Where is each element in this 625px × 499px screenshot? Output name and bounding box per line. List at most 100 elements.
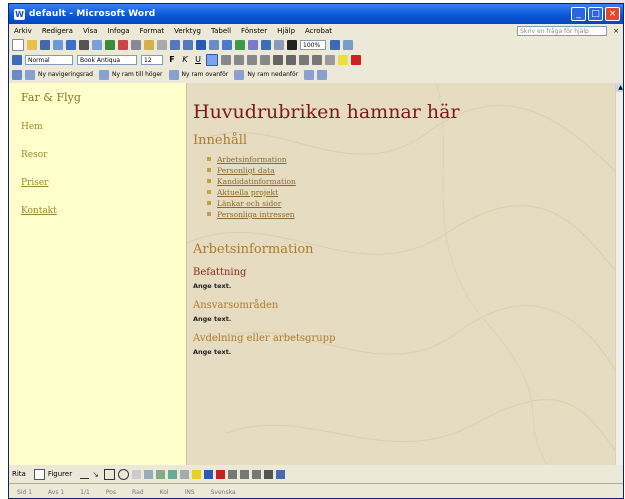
insert-table-icon[interactable] — [222, 39, 232, 50]
dash-style-icon[interactable] — [240, 469, 250, 479]
close-document-icon[interactable]: × — [613, 27, 619, 35]
line-icon[interactable] — [80, 469, 90, 479]
italic-icon[interactable]: K — [180, 55, 190, 65]
format-painter-icon[interactable] — [157, 39, 167, 50]
open-folder-icon[interactable] — [27, 39, 37, 50]
show-hide-icon[interactable] — [287, 39, 297, 50]
textbox-icon[interactable] — [132, 469, 142, 479]
autoshapes-button[interactable]: Figurer — [48, 470, 72, 478]
nav-link-priser[interactable]: Priser — [21, 178, 174, 188]
font-color-icon[interactable] — [351, 54, 361, 65]
numbering-icon[interactable] — [273, 54, 283, 65]
align-left-icon[interactable] — [206, 53, 218, 66]
font-select[interactable]: Book Antiqua — [77, 54, 137, 65]
cut-icon[interactable] — [118, 39, 128, 50]
nav-link-hem[interactable]: Hem — [21, 122, 174, 132]
spelling-icon[interactable] — [105, 39, 115, 50]
menu-visa[interactable]: Visa — [83, 27, 98, 35]
picture-icon[interactable] — [180, 469, 190, 479]
toc-link[interactable]: Aktuella projekt — [207, 187, 615, 198]
save-icon[interactable] — [40, 39, 50, 50]
new-frame-right-icon[interactable] — [98, 69, 109, 80]
toc-link[interactable]: Personliga intressen — [207, 209, 615, 220]
columns-icon[interactable] — [248, 39, 258, 50]
menu-tabell[interactable]: Tabell — [211, 27, 231, 35]
menu-format[interactable]: Format — [140, 27, 165, 35]
diagram-icon[interactable] — [156, 469, 166, 479]
menu-acrobat[interactable]: Acrobat — [305, 27, 332, 35]
toc-link[interactable]: Länkar och sidor — [207, 198, 615, 209]
toc-link[interactable]: Personligt data — [207, 165, 615, 176]
new-frame-above-icon[interactable] — [168, 69, 179, 80]
help-icon[interactable] — [330, 39, 340, 50]
vertical-scrollbar[interactable]: ▲ — [615, 83, 623, 465]
menu-infoga[interactable]: Infoga — [108, 27, 130, 35]
toc-link[interactable]: Kandidatinformation — [207, 176, 615, 187]
justify-icon[interactable] — [247, 54, 257, 65]
highlight-icon[interactable] — [338, 54, 348, 65]
nav-link-resor[interactable]: Resor — [21, 150, 174, 160]
style-select[interactable]: Normal — [25, 54, 73, 65]
new-frame-below-icon[interactable] — [234, 69, 245, 80]
arrow-icon[interactable]: ↘ — [92, 470, 101, 479]
arrow-style-icon[interactable] — [252, 469, 262, 479]
line-spacing-icon[interactable] — [260, 54, 270, 65]
menu-redigera[interactable]: Redigera — [42, 27, 73, 35]
frame-properties-icon[interactable] — [317, 69, 328, 80]
shadow-icon[interactable] — [264, 469, 274, 479]
borders-icon[interactable] — [325, 54, 335, 65]
fill-color-icon[interactable] — [192, 469, 202, 479]
undo-icon[interactable] — [170, 39, 180, 50]
status-insert[interactable]: INS — [185, 489, 195, 496]
wordart-icon[interactable] — [144, 469, 154, 479]
paste-icon[interactable] — [144, 39, 154, 50]
clipart-icon[interactable] — [168, 469, 178, 479]
frame-right-label[interactable]: Ny ram till höger — [112, 71, 163, 78]
menu-verktyg[interactable]: Verktyg — [174, 27, 201, 35]
print-icon[interactable] — [79, 39, 89, 50]
nav-link-kontakt[interactable]: Kontakt — [21, 206, 174, 216]
font-size-select[interactable]: 12 — [141, 54, 163, 65]
close-button[interactable]: × — [605, 7, 620, 21]
drawing-icon[interactable] — [261, 39, 271, 50]
print-preview-icon[interactable] — [92, 39, 102, 50]
scroll-up-icon[interactable]: ▲ — [616, 83, 623, 92]
toc-link[interactable]: Arbetsinformation — [207, 154, 615, 165]
minimize-button[interactable]: _ — [571, 7, 586, 21]
oval-icon[interactable] — [118, 468, 130, 480]
frame-below-label[interactable]: Ny ram nedanför — [247, 71, 298, 78]
help-search-input[interactable]: Skriv en fråga för hjälp — [517, 25, 608, 36]
styles-icon[interactable] — [12, 54, 22, 65]
document-map-icon[interactable] — [274, 39, 284, 50]
tables-borders-icon[interactable] — [209, 39, 219, 50]
email-icon[interactable] — [66, 39, 76, 50]
menu-fonster[interactable]: Fönster — [241, 27, 267, 35]
copy-icon[interactable] — [131, 39, 141, 50]
new-frame-left-icon[interactable] — [25, 69, 35, 80]
align-center-icon[interactable] — [221, 54, 231, 65]
menu-arkiv[interactable]: Arkiv — [14, 27, 32, 35]
frame-nav-label[interactable]: Ny navigeringsrad — [38, 71, 93, 78]
status-language[interactable]: Svenska — [211, 489, 236, 496]
new-document-icon[interactable] — [12, 38, 24, 51]
draw-font-color-icon[interactable] — [216, 469, 226, 479]
zoom-select[interactable]: 100% — [300, 39, 326, 50]
read-icon[interactable] — [343, 39, 353, 50]
rectangle-icon[interactable] — [104, 468, 116, 480]
toc-in-frame-icon[interactable] — [12, 69, 22, 80]
maximize-button[interactable]: □ — [588, 7, 603, 21]
draw-menu-button[interactable]: Rita — [12, 470, 26, 478]
bold-icon[interactable]: F — [167, 55, 177, 65]
permission-icon[interactable] — [53, 39, 63, 50]
redo-icon[interactable] — [183, 39, 193, 50]
underline-icon[interactable]: U — [193, 55, 203, 65]
3d-icon[interactable] — [276, 469, 286, 479]
frame-above-label[interactable]: Ny ram ovanför — [182, 71, 229, 78]
decrease-indent-icon[interactable] — [299, 54, 309, 65]
align-right-icon[interactable] — [234, 54, 244, 65]
line-color-icon[interactable] — [204, 469, 214, 479]
hyperlink-icon[interactable] — [196, 39, 206, 50]
insert-excel-icon[interactable] — [235, 39, 245, 50]
increase-indent-icon[interactable] — [312, 54, 322, 65]
bullets-icon[interactable] — [286, 54, 296, 65]
